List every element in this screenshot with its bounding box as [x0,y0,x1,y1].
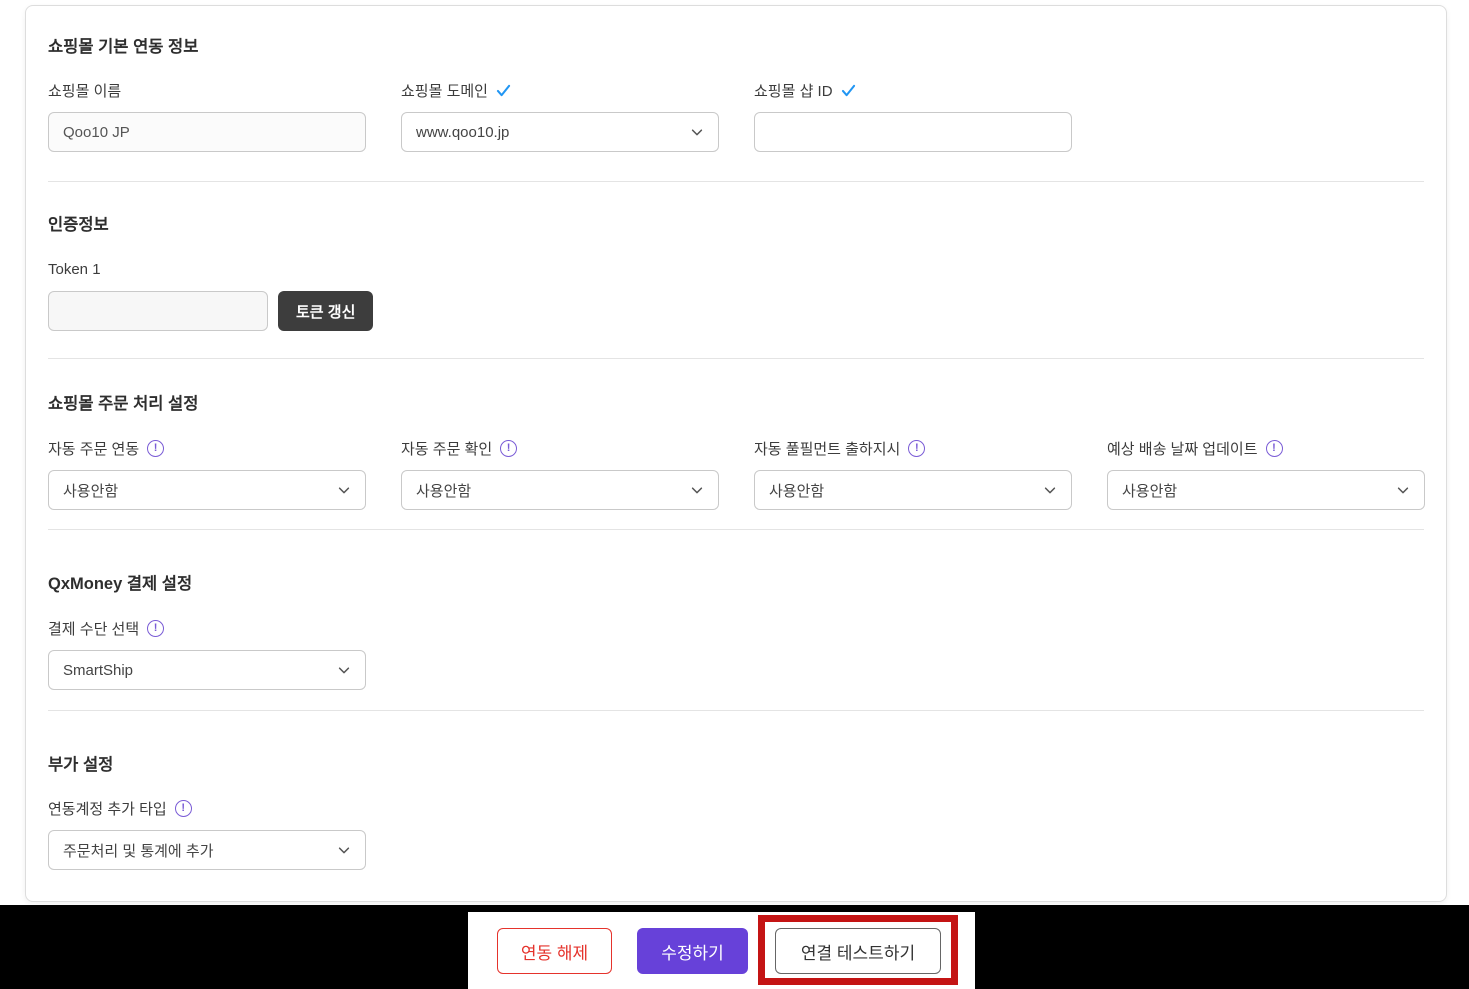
section-title-payment: QxMoney 결제 설정 [48,575,193,593]
chevron-down-icon [337,483,351,497]
chevron-down-icon [1396,483,1410,497]
field-shop-domain: 쇼핑몰 도메인 www.qoo10.jp [401,80,719,152]
field-payment-method: 결제 수단 선택 SmartShip [48,618,1424,690]
shop-id-input[interactable] [754,112,1072,152]
delivery-date-update-select[interactable]: 사용안함 [1107,470,1425,510]
auto-fulfillment-label: 자동 풀필먼트 출하지시 [754,440,901,458]
shop-domain-selected-value: www.qoo10.jp [416,123,510,141]
auto-order-sync-value: 사용안함 [63,482,119,500]
auto-order-sync-label: 자동 주문 연동 [48,440,140,458]
footer-action-bar: 연동 해제 수정하기 연결 테스트하기 [0,905,1469,989]
field-auto-order-sync: 자동 주문 연동 사용안함 [48,438,366,510]
section-order-settings: 쇼핑몰 주문 처리 설정 자동 주문 연동 사용안함 자동 주문 확인 [48,359,1425,530]
chevron-down-icon [337,663,351,677]
shop-settings-card: 쇼핑몰 기본 연동 정보 쇼핑몰 이름 쇼핑몰 도메인 www.qoo10.jp [25,5,1447,902]
token-input[interactable] [48,291,268,331]
connection-test-button[interactable]: 연결 테스트하기 [775,928,941,974]
shop-name-input[interactable] [48,112,366,152]
field-shop-id: 쇼핑몰 샵 ID [754,80,1072,152]
auto-fulfillment-value: 사용안함 [769,482,825,500]
delivery-date-update-value: 사용안함 [1122,482,1178,500]
auto-order-confirm-select[interactable]: 사용안함 [401,470,719,510]
section-title-basic-info: 쇼핑몰 기본 연동 정보 [48,38,199,56]
section-auth-info: 인증정보 Token 1 토큰 갱신 [48,182,1424,359]
shop-name-label: 쇼핑몰 이름 [48,82,122,100]
auto-fulfillment-select[interactable]: 사용안함 [754,470,1072,510]
shop-domain-select[interactable]: www.qoo10.jp [401,112,719,152]
chevron-down-icon [690,125,704,139]
auto-order-sync-select[interactable]: 사용안함 [48,470,366,510]
section-title-order: 쇼핑몰 주문 처리 설정 [48,395,199,413]
field-auto-fulfillment: 자동 풀필먼트 출하지시 사용안함 [754,438,1072,510]
shop-domain-label: 쇼핑몰 도메인 [401,82,488,100]
account-add-type-value: 주문처리 및 통계에 추가 [63,842,214,860]
info-icon[interactable] [500,439,518,457]
account-add-type-select[interactable]: 주문처리 및 통계에 추가 [48,830,366,870]
shop-id-label: 쇼핑몰 샵 ID [754,82,833,100]
info-icon[interactable] [147,619,165,637]
payment-method-select[interactable]: SmartShip [48,650,366,690]
disconnect-button[interactable]: 연동 해제 [497,928,612,974]
field-auto-order-confirm: 자동 주문 확인 사용안함 [401,438,719,510]
token-label: Token 1 [48,260,101,278]
auto-order-confirm-value: 사용안함 [416,482,472,500]
section-title-auth: 인증정보 [48,216,109,234]
info-icon[interactable] [908,439,926,457]
chevron-down-icon [690,483,704,497]
section-extra-settings: 부가 설정 연동계정 추가 타입 주문처리 및 통계에 추가 [48,711,1424,900]
field-account-add-type: 연동계정 추가 타입 주문처리 및 통계에 추가 [48,798,1424,870]
save-button[interactable]: 수정하기 [637,928,748,974]
token-refresh-button[interactable]: 토큰 갱신 [278,291,374,331]
chevron-down-icon [1043,483,1057,497]
info-icon[interactable] [174,799,192,817]
payment-method-label: 결제 수단 선택 [48,620,140,638]
chevron-down-icon [337,843,351,857]
delivery-date-update-label: 예상 배송 날짜 업데이트 [1107,440,1258,458]
info-icon[interactable] [1265,439,1283,457]
account-add-type-label: 연동계정 추가 타입 [48,800,167,818]
field-delivery-date-update: 예상 배송 날짜 업데이트 사용안함 [1107,438,1425,510]
section-title-extra: 부가 설정 [48,756,114,774]
auto-order-confirm-label: 자동 주문 확인 [401,440,493,458]
field-shop-name: 쇼핑몰 이름 [48,80,366,152]
verified-check-icon [496,84,511,97]
section-basic-info: 쇼핑몰 기본 연동 정보 쇼핑몰 이름 쇼핑몰 도메인 www.qoo10.jp [48,6,1424,182]
section-payment-settings: QxMoney 결제 설정 결제 수단 선택 SmartShip [48,530,1424,711]
info-icon[interactable] [147,439,165,457]
verified-check-icon [841,84,856,97]
payment-method-value: SmartShip [63,661,134,679]
